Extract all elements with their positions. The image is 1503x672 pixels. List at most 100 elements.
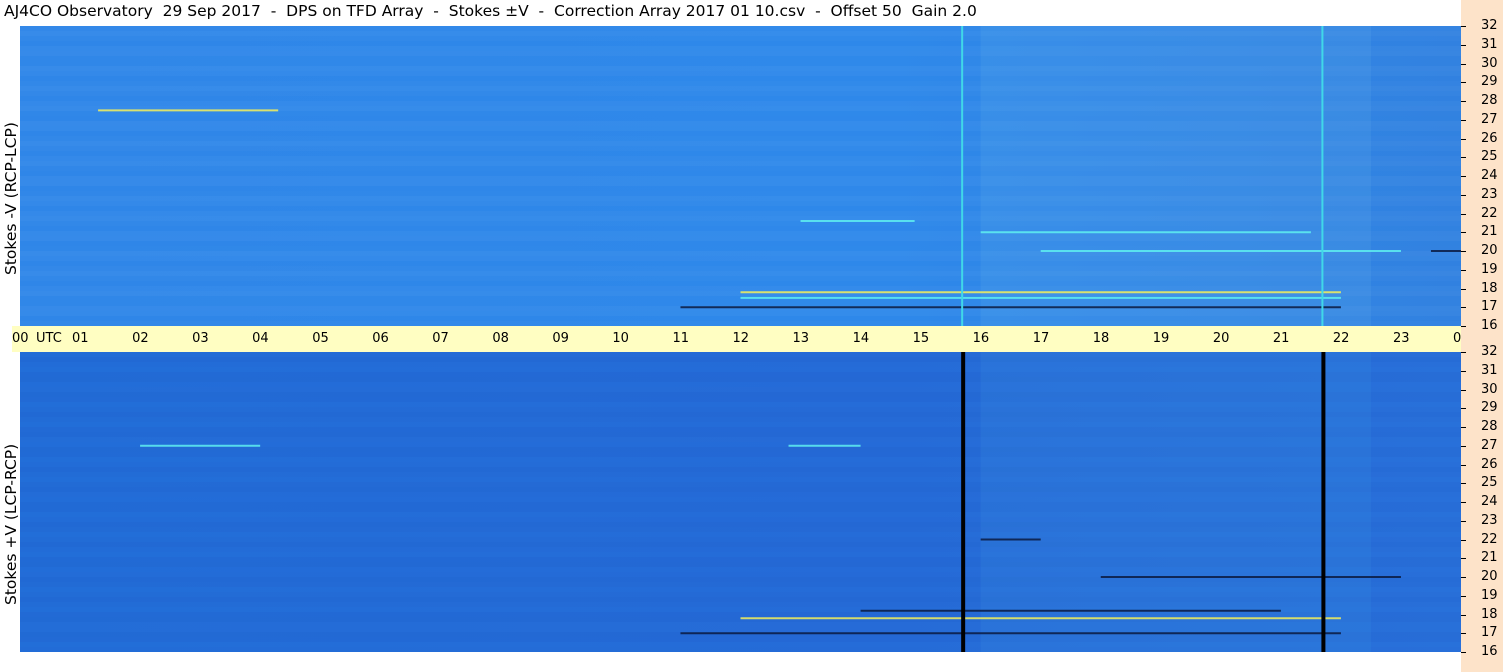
time-tick-label: 21 [1272, 331, 1290, 346]
freq-tick-label: 18 [1481, 606, 1498, 622]
time-tick-label: 00 [12, 331, 29, 346]
freq-tick-mark [1461, 157, 1466, 159]
stokes-minus-v-spectrogram [20, 26, 1461, 326]
freq-tick-label: 19 [1481, 587, 1498, 603]
freq-tick-mark [1461, 176, 1466, 177]
freq-tick-label: 27 [1481, 437, 1498, 453]
interference-region [980, 26, 1371, 326]
freq-tick-mark [1461, 63, 1466, 65]
time-tick-label: 04 [252, 331, 269, 346]
freq-tick-mark [1461, 194, 1466, 196]
emission-feature [1100, 576, 1401, 578]
freq-tick-label: 29 [1481, 74, 1498, 90]
time-tick-label: 18 [1092, 331, 1110, 346]
freq-tick-label: 16 [1481, 644, 1498, 659]
freq-tick-label: 18 [1481, 280, 1498, 296]
freq-tick-mark [1461, 614, 1466, 616]
top-spectrogram-layer [20, 26, 1461, 326]
freq-tick-mark [1461, 119, 1466, 121]
freq-tick-mark [1461, 326, 1466, 327]
freq-tick-mark [1461, 352, 1466, 353]
bottom-panel-ylabel: Stokes +V (LCP-RCP) [2, 443, 20, 605]
freq-tick-mark [1461, 483, 1466, 485]
frequency-axis-strip: 32 31 30 29 28 27 26 25 24 23 22 21 20 19 18 17 16 32 31 30… [1461, 0, 1503, 672]
emission-feature [860, 609, 1281, 612]
freq-tick-label: 20 [1481, 569, 1498, 584]
freq-tick-label: 17 [1481, 299, 1498, 315]
freq-tick-mark [1461, 445, 1466, 447]
time-tick-label: 15 [912, 331, 930, 346]
time-tick-label: 09 [552, 331, 569, 346]
freq-tick-label: 21 [1481, 550, 1498, 566]
emission-feature [98, 109, 279, 112]
freq-tick-mark [1461, 577, 1466, 578]
freq-tick-label: 24 [1481, 494, 1498, 509]
freq-tick-label: 29 [1481, 400, 1498, 416]
freq-tick-mark [1461, 251, 1466, 252]
freq-tick-label: 32 [1481, 344, 1498, 359]
emission-feature [1430, 250, 1461, 252]
vertical-marker-line [961, 352, 966, 652]
freq-tick-mark [1461, 520, 1466, 522]
freq-tick-label: 22 [1481, 531, 1498, 547]
freq-tick-label: 19 [1481, 261, 1498, 277]
freq-tick-mark [1461, 288, 1466, 290]
top-panel-ylabel: Stokes -V (RCP-LCP) [2, 122, 20, 275]
time-tick-label: 20 [1212, 331, 1230, 346]
freq-tick-mark [1461, 82, 1466, 84]
time-tick-label: 19 [1152, 331, 1170, 346]
time-tick-label: 22 [1332, 331, 1350, 346]
emission-feature [680, 306, 1341, 309]
time-tick-label: 10 [612, 331, 629, 346]
freq-tick-label: 32 [1481, 18, 1498, 33]
freq-tick-label: 25 [1481, 149, 1498, 165]
freq-tick-label: 23 [1481, 512, 1498, 528]
freq-tick-mark [1461, 427, 1466, 428]
emission-feature [740, 617, 1341, 620]
time-tick-label: 08 [492, 331, 509, 346]
freq-tick-mark [1461, 269, 1466, 271]
time-tick-label: 11 [672, 331, 689, 346]
time-tick-label: 06 [372, 331, 389, 346]
freq-tick-mark [1461, 101, 1466, 102]
freq-tick-mark [1461, 232, 1466, 234]
freq-tick-mark [1461, 138, 1466, 140]
freq-tick-mark [1461, 26, 1466, 27]
freq-tick-label: 30 [1481, 55, 1498, 71]
chart-title: AJ4CO Observatory 29 Sep 2017 - DPS on T… [4, 2, 977, 20]
freq-tick-mark [1461, 213, 1466, 215]
freq-tick-label: 30 [1481, 381, 1498, 397]
vertical-marker-line [961, 26, 964, 326]
utc-time-axis: 00 01 02 03 04 05 06 07 08 09 10 11 12 13 14 15 16 17 18 19… [12, 326, 1500, 352]
time-tick-label: 03 [192, 331, 209, 346]
emission-feature [800, 220, 915, 222]
freq-tick-mark [1461, 502, 1466, 503]
freq-tick-mark [1461, 558, 1466, 560]
vertical-marker-line [1321, 352, 1326, 652]
time-tick-label: 17 [1032, 331, 1050, 346]
freq-tick-label: 26 [1481, 456, 1498, 472]
emission-feature [788, 444, 861, 447]
time-tick-label: 01 [72, 331, 89, 346]
emission-feature [140, 444, 261, 447]
time-tick-label: 05 [312, 331, 329, 346]
freq-tick-label: 16 [1481, 318, 1498, 333]
emission-feature [680, 632, 1341, 635]
emission-feature [980, 538, 1041, 541]
freq-tick-mark [1461, 370, 1466, 372]
time-tick-label: 02 [132, 331, 149, 346]
freq-tick-label: 25 [1481, 475, 1498, 491]
freq-tick-mark [1461, 633, 1466, 635]
stokes-plus-v-spectrogram [20, 352, 1461, 652]
freq-tick-label: 26 [1481, 130, 1498, 146]
emission-feature [1040, 250, 1401, 252]
emission-feature [740, 291, 1341, 294]
freq-tick-mark [1461, 464, 1466, 466]
freq-tick-label: 31 [1481, 36, 1498, 52]
freq-tick-label: 28 [1481, 419, 1498, 434]
freq-tick-mark [1461, 539, 1466, 541]
emission-feature [740, 296, 1341, 299]
emission-feature [980, 231, 1311, 234]
freq-tick-mark [1461, 389, 1466, 391]
time-tick-label: 07 [432, 331, 449, 346]
